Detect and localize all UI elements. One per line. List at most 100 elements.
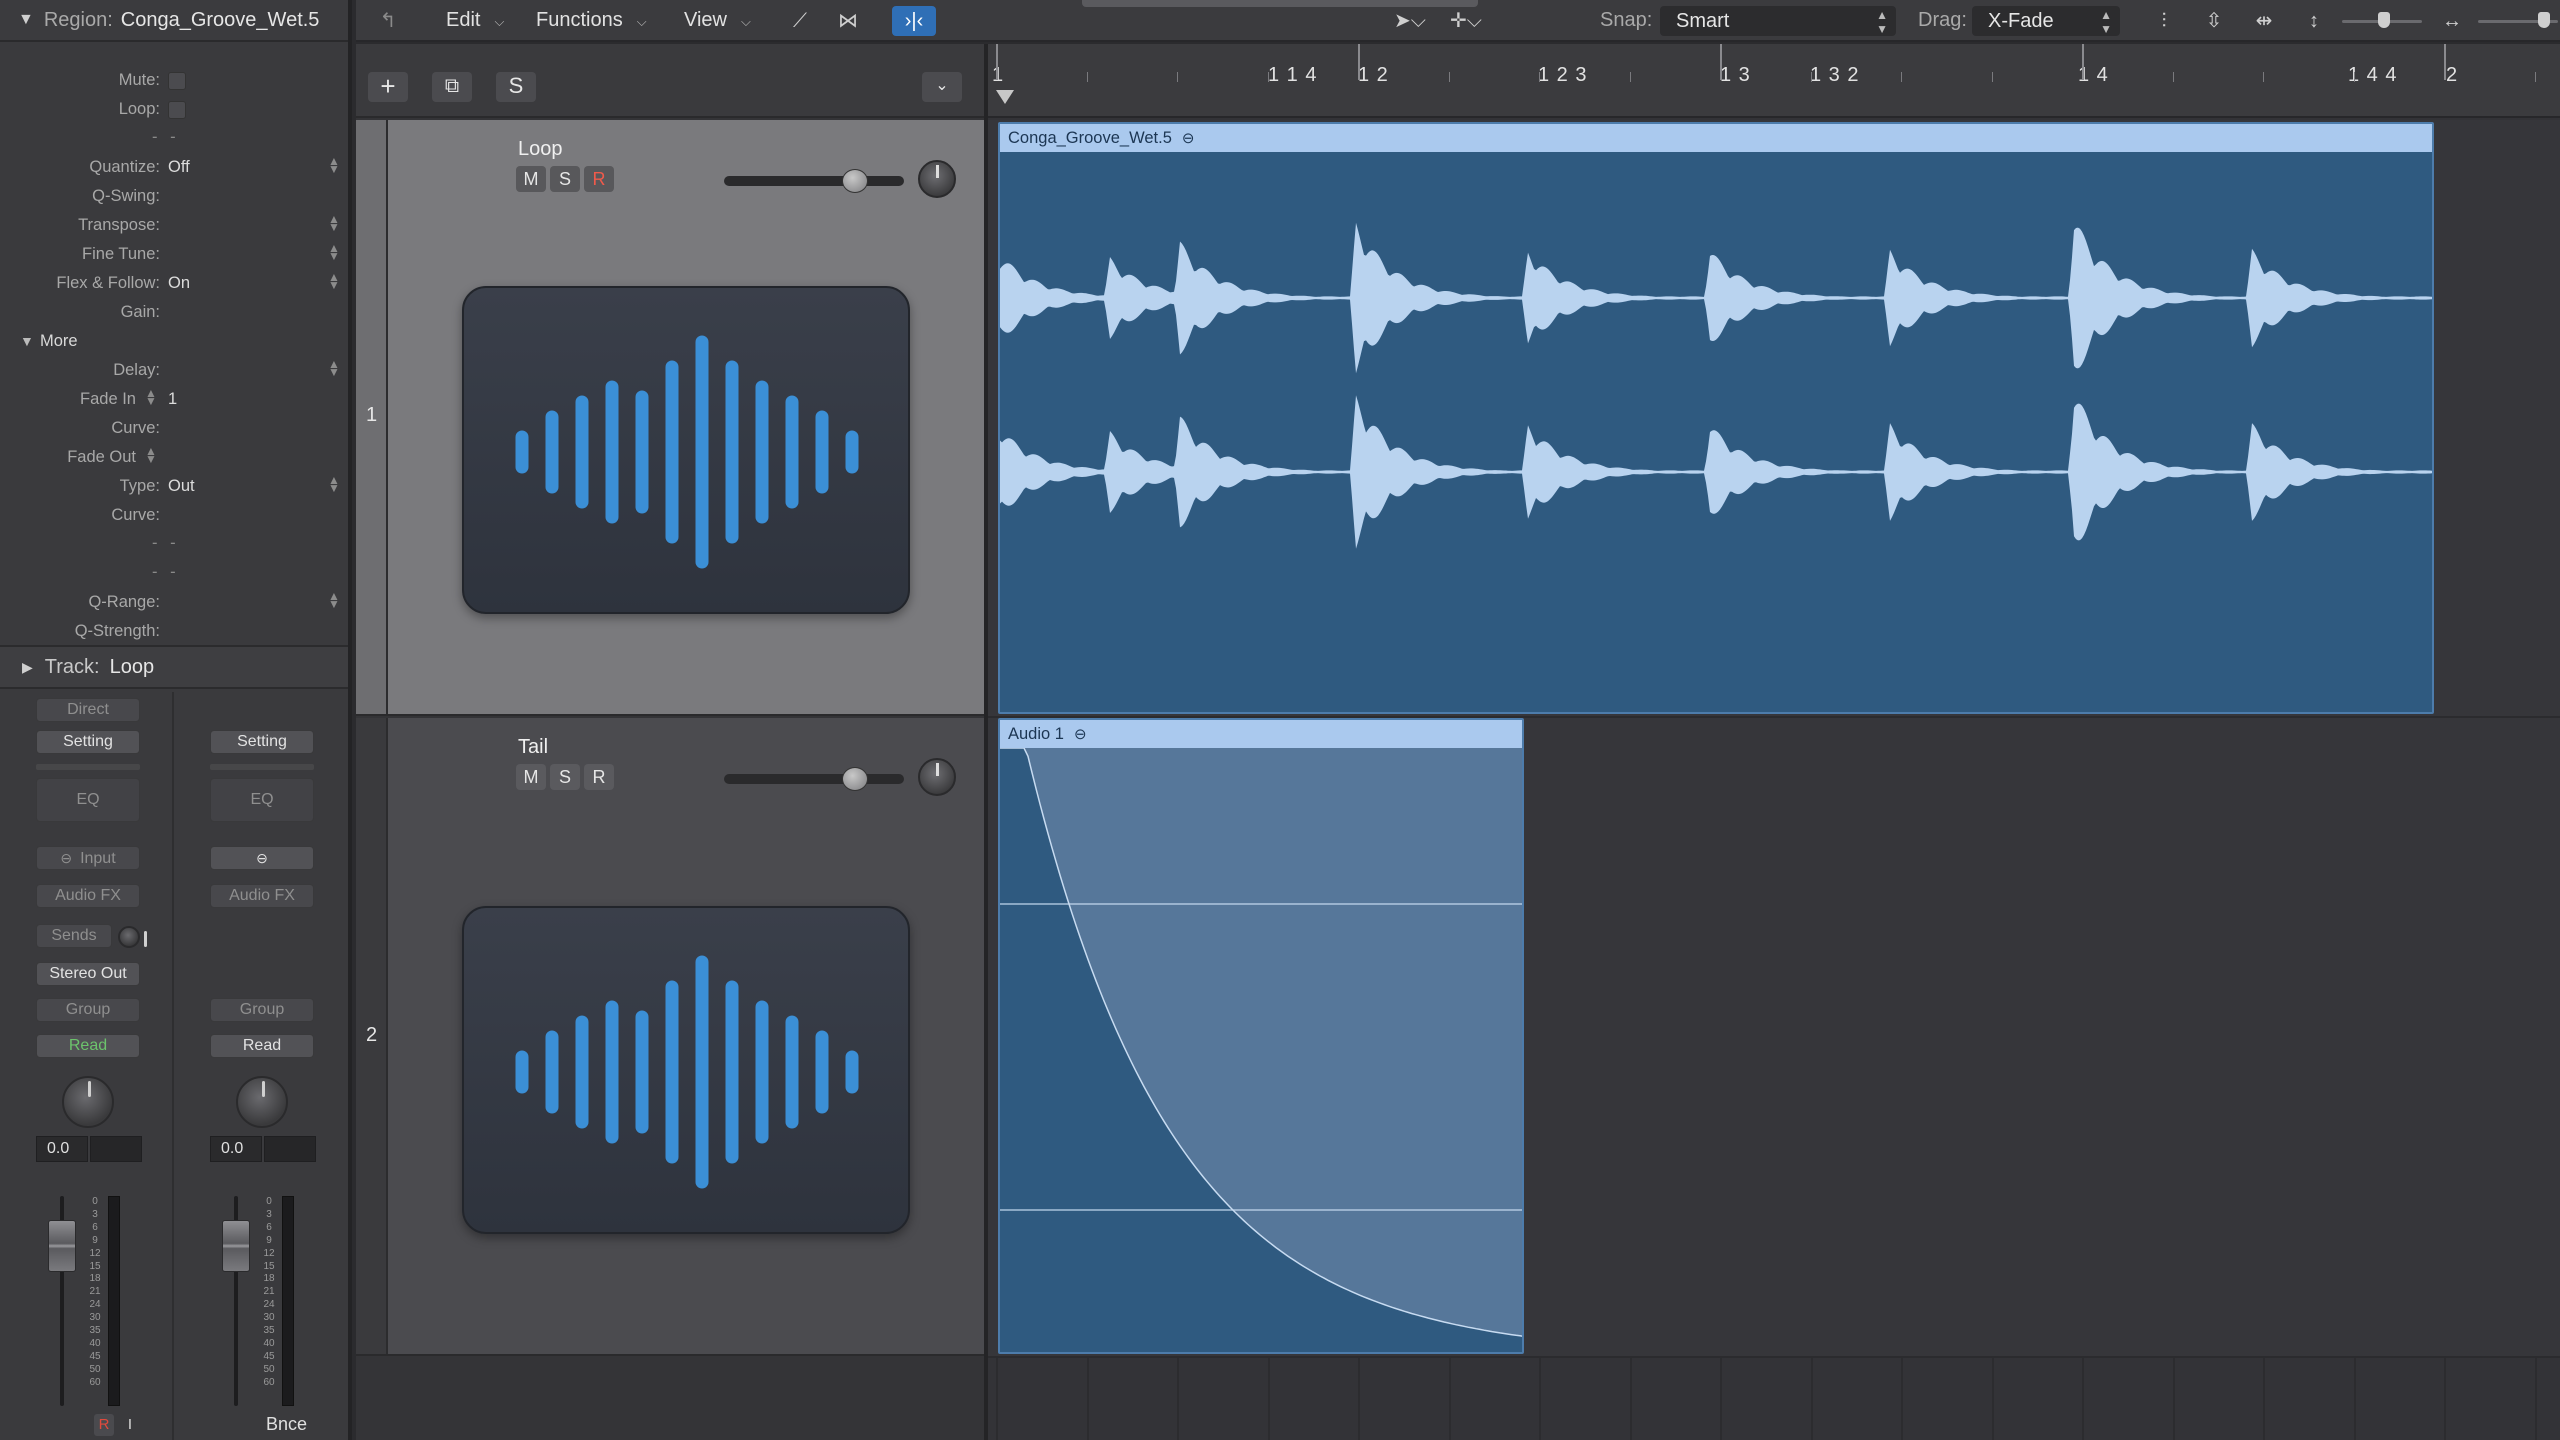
flex-follow-value[interactable]: On (168, 274, 190, 293)
peak-display[interactable] (264, 1136, 316, 1162)
add-track-button[interactable]: + (368, 72, 408, 102)
audio-fx-button[interactable]: Audio FX (210, 884, 314, 908)
track-name[interactable]: Loop (518, 138, 563, 161)
mute-button[interactable]: M (516, 764, 546, 790)
vertical-zoom-icon[interactable]: ⇳ (2196, 6, 2232, 36)
loop-checkbox[interactable] (168, 101, 186, 119)
catch-playhead-icon[interactable]: ↰ (370, 6, 406, 36)
snap-select[interactable]: Smart ▲ ▼ (1660, 6, 1896, 36)
audio-region[interactable]: Conga_Groove_Wet.5 ⊖ (998, 122, 2434, 714)
audio-region[interactable]: Audio 1 ⊖ (998, 718, 1524, 1354)
param-fade-out[interactable]: Fade Out ▲ ▼ (0, 443, 348, 472)
track-pan-knob[interactable] (918, 160, 956, 198)
volume-display[interactable]: 0.0 (36, 1136, 88, 1162)
param-fine-tune[interactable]: Fine Tune: ▲ ▼ (0, 240, 348, 269)
stepper-icon[interactable]: ▲ ▼ (145, 387, 157, 407)
vertical-zoom-slider[interactable] (2342, 12, 2422, 28)
input-button[interactable]: ⊖ Input (36, 846, 140, 870)
link-button[interactable]: ⊖ (210, 846, 314, 870)
track-row-1[interactable]: 1 Loop M S R (356, 120, 984, 716)
pointer-tool-icon[interactable]: ➤⌵ (1392, 6, 1428, 36)
fade-type-value[interactable]: Out (168, 477, 195, 496)
group-button[interactable]: Group (210, 998, 314, 1022)
stepper-icon[interactable]: ▲ ▼ (328, 155, 340, 175)
record-arm-button[interactable]: R (584, 764, 614, 790)
audio-fx-button[interactable]: Audio FX (36, 884, 140, 908)
sends-button[interactable]: Sends (36, 924, 112, 948)
stepper-icon[interactable]: ▲ ▼ (328, 213, 340, 233)
edit-menu[interactable]: Edit ⌵ (446, 9, 504, 32)
param-delay[interactable]: Delay: ▲ ▼ (0, 356, 348, 385)
eq-button[interactable]: EQ (36, 778, 140, 822)
track-volume-slider[interactable] (724, 767, 904, 791)
quantize-value[interactable]: Off (168, 158, 190, 177)
disclosure-triangle-icon[interactable]: ▼ (18, 11, 34, 29)
mute-checkbox[interactable] (168, 72, 186, 90)
record-enable-button[interactable]: R (94, 1414, 114, 1436)
region-header[interactable]: Conga_Groove_Wet.5 ⊖ (1000, 124, 2432, 152)
stepper-icon[interactable]: ▲ ▼ (328, 242, 340, 262)
record-arm-button[interactable]: R (584, 166, 614, 192)
pan-knob[interactable] (236, 1076, 288, 1128)
more-section-header[interactable]: ▼ More (0, 327, 348, 356)
param-transpose[interactable]: Transpose: ▲ ▼ (0, 211, 348, 240)
param-q-swing[interactable]: Q-Swing: (0, 182, 348, 211)
pan-knob[interactable] (62, 1076, 114, 1128)
param-type[interactable]: Type: Out ▲ ▼ (0, 472, 348, 501)
param-curve[interactable]: Curve: (0, 414, 348, 443)
slider-thumb[interactable] (842, 169, 868, 193)
track-volume-slider[interactable] (724, 169, 904, 193)
fade-in-value[interactable]: 1 (168, 390, 177, 409)
region-inspector-header[interactable]: ▼ Region: Conga_Groove_Wet.5 (0, 0, 348, 42)
playhead-marker[interactable] (996, 90, 1014, 104)
view-menu[interactable]: View ⌵ (684, 9, 751, 32)
slider-thumb[interactable] (2378, 12, 2390, 28)
automation-mode-button[interactable]: Read (36, 1034, 140, 1058)
output-button[interactable]: Stereo Out (36, 962, 140, 986)
bar-ruler[interactable]: 11 1 41 21 2 31 31 3 21 41 4 42 (988, 44, 2560, 118)
track-row-2[interactable]: 2 Tail M S R (356, 718, 984, 1356)
flex-icon[interactable]: ⋈ (830, 6, 866, 36)
param-flex-follow[interactable]: Flex & Follow: On ▲ ▼ (0, 269, 348, 298)
solo-button[interactable]: S (550, 764, 580, 790)
volume-fader-handle[interactable] (222, 1220, 250, 1272)
horizontal-zoom-icon[interactable]: ⇹ (2246, 6, 2282, 36)
stepper-icon[interactable]: ▲ ▼ (328, 358, 340, 378)
param-quantize[interactable]: Quantize: Off ▲ ▼ (0, 153, 348, 182)
crosshair-tool-icon[interactable]: ✛⌵ (1448, 6, 1484, 36)
group-button[interactable]: Group (36, 998, 140, 1022)
duplicate-track-icon[interactable]: ⧉ (432, 72, 472, 102)
param-fade-in[interactable]: Fade In ▲ ▼ 1 (0, 385, 348, 414)
automation-icon[interactable]: ⟋ (782, 6, 818, 36)
slider-thumb[interactable] (842, 767, 868, 791)
setting-button[interactable]: Setting (36, 730, 140, 754)
functions-menu[interactable]: Functions ⌵ (536, 9, 647, 32)
volume-fader-handle[interactable] (48, 1220, 76, 1272)
param-gain[interactable]: Gain: (0, 298, 348, 327)
automation-mode-button[interactable]: Read (210, 1034, 314, 1058)
collapse-icon[interactable]: ⌄ (922, 72, 962, 102)
setting-button[interactable]: Setting (210, 730, 314, 754)
slider-thumb[interactable] (2538, 12, 2550, 28)
output-label[interactable]: Bnce (266, 1414, 307, 1435)
catch-playhead-icon[interactable]: ›|‹ (892, 6, 936, 36)
stepper-icon[interactable]: ▲ ▼ (328, 590, 340, 610)
insert-slot[interactable] (36, 764, 140, 770)
region-header[interactable]: Audio 1 ⊖ (1000, 720, 1522, 748)
track-inspector-header[interactable]: ▶ Track: Loop (0, 645, 348, 689)
track-pan-knob[interactable] (918, 758, 956, 796)
insert-slot[interactable] (210, 764, 314, 770)
param-q-range[interactable]: Q-Range: ▲ ▼ (0, 588, 348, 617)
param-curve-2[interactable]: Curve: (0, 501, 348, 530)
disclosure-triangle-icon[interactable]: ▶ (22, 659, 33, 676)
stepper-icon[interactable]: ▲ ▼ (328, 271, 340, 291)
horizontal-zoom-slider[interactable] (2478, 12, 2558, 28)
stepper-icon[interactable]: ▲ ▼ (328, 474, 340, 494)
drag-select[interactable]: X-Fade ▲ ▼ (1972, 6, 2120, 36)
solo-button[interactable]: S (550, 166, 580, 192)
peak-display[interactable] (90, 1136, 142, 1162)
volume-display[interactable]: 0.0 (210, 1136, 262, 1162)
eq-button[interactable]: EQ (210, 778, 314, 822)
track-name[interactable]: Tail (518, 736, 548, 759)
disclosure-triangle-icon[interactable]: ▼ (20, 333, 34, 349)
